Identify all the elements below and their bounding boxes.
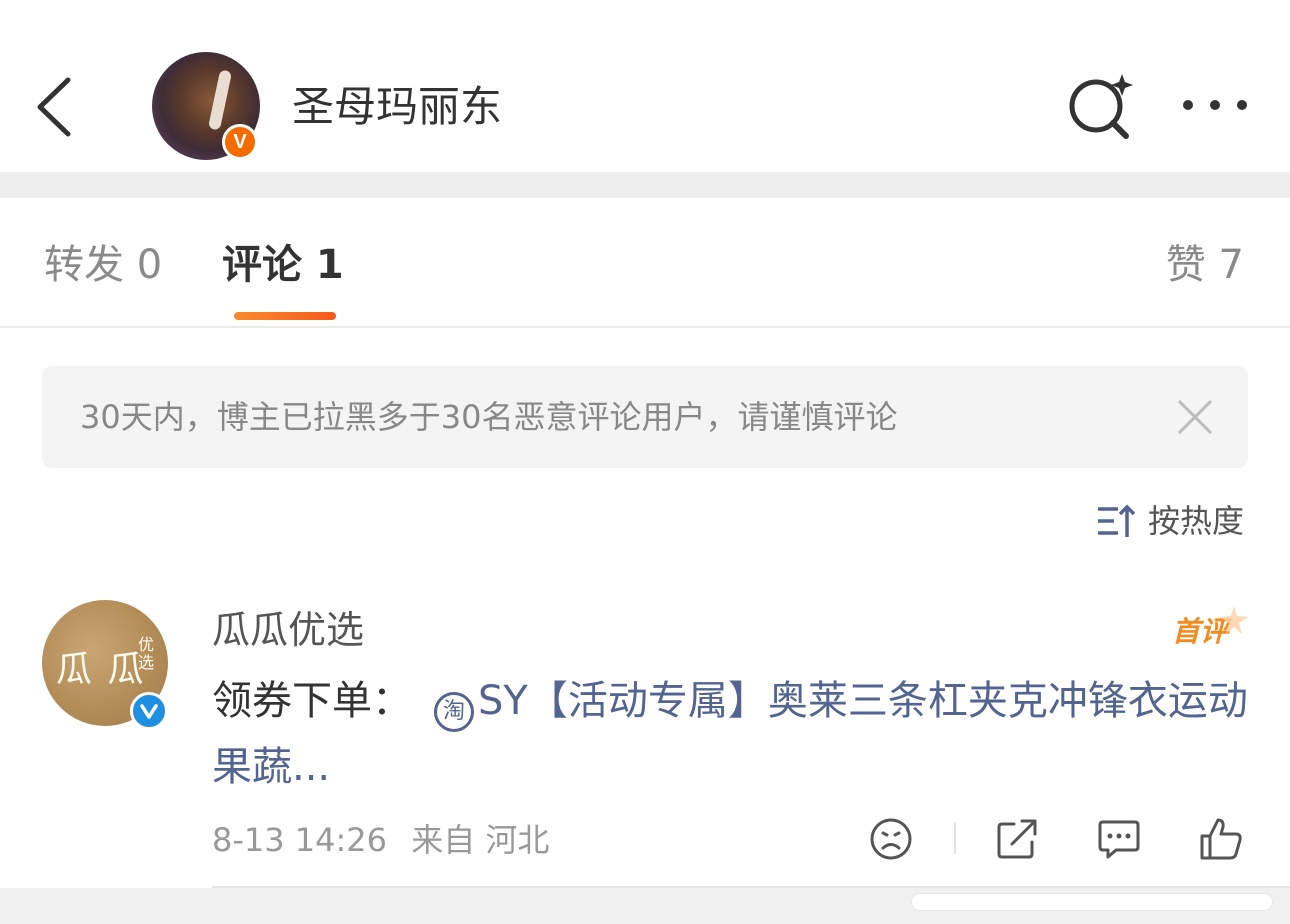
page-title[interactable]: 圣母玛丽东 [292, 80, 502, 134]
tab-comment[interactable]: 评论 1 [222, 238, 344, 292]
taobao-icon[interactable]: 淘 [434, 692, 474, 732]
avatar-logo-subtext: 优选 [138, 635, 155, 672]
comment-date: 8-13 14:26 [212, 821, 388, 859]
more-options-icon[interactable] [1180, 90, 1250, 120]
sort-icon [1097, 504, 1136, 537]
like-icon[interactable] [1198, 816, 1244, 862]
search-icon[interactable] [1066, 72, 1134, 140]
notice-text: 30天内，博主已拉黑多于30名恶意评论用户，请谨慎评论 [80, 398, 898, 436]
comment-meta: 8-13 14:26 来自 河北 [212, 818, 563, 862]
tab-likes[interactable]: 赞 7 [1166, 238, 1244, 292]
star-icon [1220, 606, 1248, 634]
verified-badge-icon [130, 692, 168, 730]
avatar-image [207, 69, 233, 131]
warning-notice: 30天内，博主已拉黑多于30名恶意评论用户，请谨慎评论 [42, 366, 1248, 468]
comment-prefix: 领券下单： [212, 678, 412, 724]
dislike-icon[interactable] [868, 816, 914, 862]
comment-text: 领券下单：淘 SY【活动专属】奥莱三条杠夹克冲锋衣运动果蔬... [212, 668, 1248, 800]
avatar-logo-text: 瓜 瓜 [56, 649, 146, 690]
verified-badge-icon: V [222, 124, 258, 160]
home-indicator[interactable] [912, 894, 1272, 910]
tab-repost[interactable]: 转发 0 [44, 238, 162, 292]
comment-icon[interactable] [1096, 816, 1142, 862]
action-divider [954, 822, 956, 854]
first-comment-badge: 首评 [1170, 604, 1250, 650]
active-tab-indicator [234, 312, 336, 320]
sort-button[interactable]: 按热度 [1096, 498, 1244, 544]
top-bar: V 圣母玛丽东 [0, 0, 1290, 172]
back-arrow-icon[interactable] [30, 72, 80, 142]
section-divider [0, 172, 1290, 198]
close-icon[interactable] [1176, 398, 1214, 436]
tab-bar: 转发 0 评论 1 赞 7 [0, 198, 1290, 328]
comment-author[interactable]: 瓜瓜优选 [212, 604, 364, 656]
comment-location: 来自 河北 [411, 821, 550, 859]
share-icon[interactable] [994, 816, 1040, 862]
sort-label: 按热度 [1147, 502, 1244, 540]
